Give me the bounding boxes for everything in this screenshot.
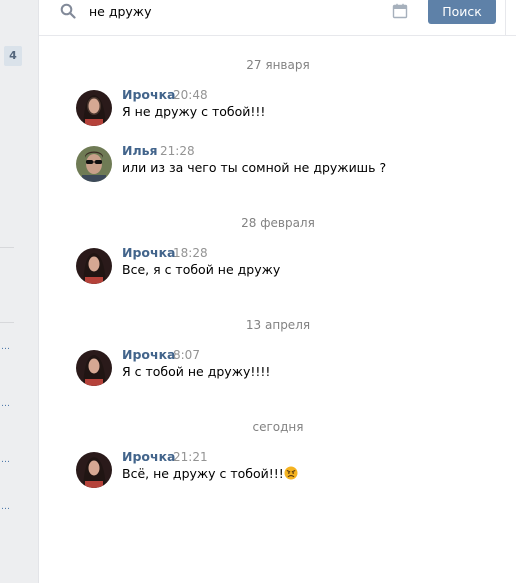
message-text: Я с тобой не дружу!!!! [122,364,271,379]
avatar[interactable] [76,90,112,126]
message-author-link[interactable]: Ирочка [122,87,176,102]
message-item[interactable]: Ирочка 21:21 Всё, не дружу с тобой!!! [76,449,496,492]
date-separator: сегодня [252,420,304,434]
avatar[interactable] [76,350,112,386]
message-text-content: Всё, не дружу с тобой!!! [122,466,284,481]
message-time[interactable]: 8:07 [173,348,200,362]
message-item[interactable]: Ирочка 18:28 Все, я с тобой не дружу [76,245,496,288]
search-icon[interactable] [60,3,76,19]
sidebar-divider [0,247,14,248]
unread-counter-badge[interactable]: 4 [4,46,22,66]
search-button[interactable]: Поиск [428,0,496,24]
search-input[interactable] [89,0,379,22]
date-separator: 27 января [246,58,310,72]
avatar[interactable] [76,248,112,284]
sidebar-item-truncated[interactable]: … [1,343,10,352]
message-text: Всё, не дружу с тобой!!! [122,466,298,481]
message-text: Все, я с тобой не дружу [122,262,281,277]
message-item[interactable]: Ирочка 20:48 Я не дружу с тобой!!! [76,87,496,130]
conversation-panel: Поиск 27 января Ирочка 20:48 Я не дружу … [38,0,516,583]
sidebar-item-truncated[interactable]: … [1,456,10,465]
message-time[interactable]: 21:21 [173,450,208,464]
sidebar-item-truncated[interactable]: … [1,503,10,512]
date-separator: 13 апреля [245,318,311,332]
message-text: Я не дружу с тобой!!! [122,104,266,119]
avatar[interactable] [76,452,112,488]
message-item[interactable]: Илья 21:28 или из за чего ты сомной не д… [76,143,496,186]
message-time[interactable]: 18:28 [173,246,208,260]
message-time[interactable]: 20:48 [173,88,208,102]
message-time[interactable]: 21:28 [160,144,195,158]
message-author-link[interactable]: Ирочка [122,347,176,362]
avatar[interactable] [76,146,112,182]
angry-face-icon [284,466,298,480]
message-author-link[interactable]: Илья [122,143,158,158]
calendar-icon[interactable] [392,3,408,19]
panel-edge [505,0,516,36]
message-search-bar: Поиск [39,0,516,36]
message-author-link[interactable]: Ирочка [122,245,176,260]
message-author-link[interactable]: Ирочка [122,449,176,464]
sidebar-divider [0,322,14,323]
message-item[interactable]: Ирочка 8:07 Я с тобой не дружу!!!! [76,347,496,390]
sidebar-strip: 4 … … … … [0,0,38,583]
sidebar-item-truncated[interactable]: … [1,400,10,409]
date-separator: 28 февраля [241,216,315,230]
message-text: или из за чего ты сомной не дружишь ? [122,160,387,175]
